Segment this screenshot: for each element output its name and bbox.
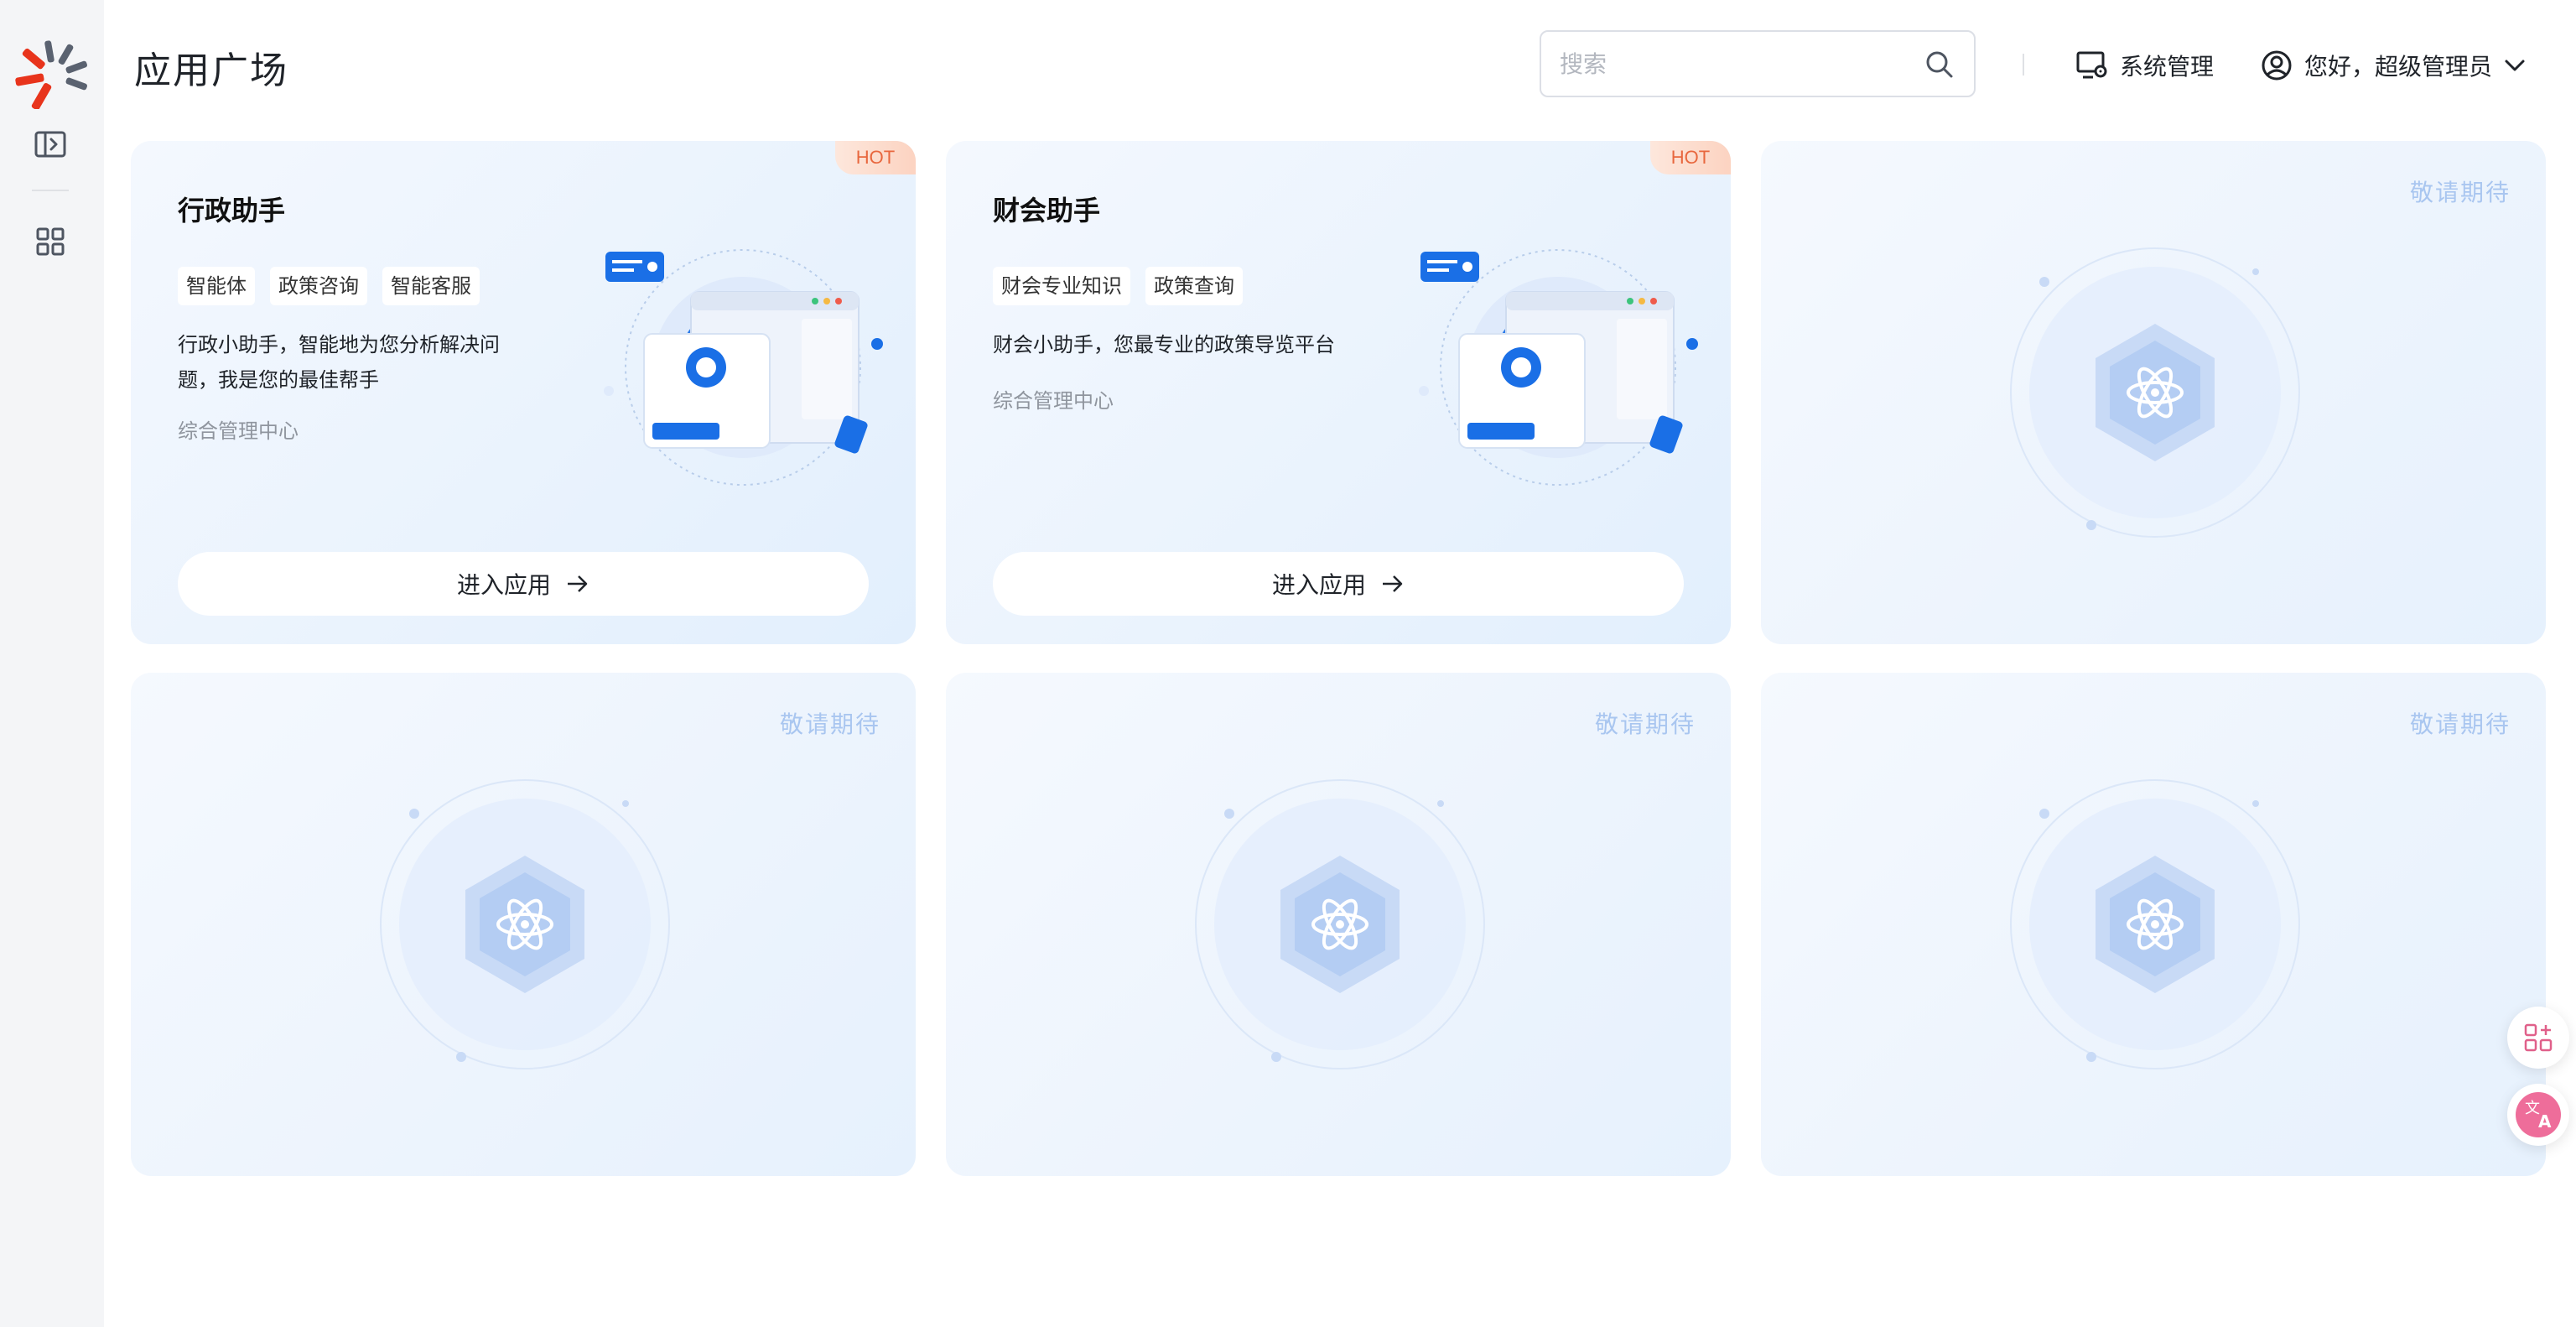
sidebar-toggle-icon [34,131,66,158]
coming-soon-label: 敬请期待 [2409,179,2511,206]
add-app-icon [2524,1023,2553,1052]
arrow-right-icon [568,575,588,592]
app-department: 综合管理中心 [993,389,1114,413]
search-input[interactable] [1560,32,1912,96]
logo[interactable] [12,34,91,109]
app-card-admin[interactable]: HOT 行政助手 智能体 政策咨询 智能客服 行政小助手，智能地为您分析解决问题… [131,141,916,644]
app-title: 财会助手 [993,195,1101,226]
enter-app-button[interactable]: 进入应用 [178,552,869,616]
apps-grid-icon [36,227,65,256]
assistant-illustration [1419,249,1698,486]
app-card-finance[interactable]: HOT 财会助手 财会专业知识 政策查询 财会小助手，您最专业的政策导览平台 综… [946,141,1731,644]
placeholder-atom-icon [2010,247,2300,538]
user-icon [2262,50,2292,81]
coming-soon-label: 敬请期待 [1594,710,1696,738]
placeholder-atom-icon [1195,779,1485,1069]
tag: 政策查询 [1145,267,1243,305]
svg-text:A: A [2538,1111,2552,1132]
sidebar-item-apps[interactable] [27,218,74,265]
search-box[interactable] [1540,30,1976,97]
app-title: 行政助手 [178,195,286,226]
tag: 智能体 [178,267,255,305]
tag: 智能客服 [382,267,480,305]
coming-soon-card: 敬请期待 [1761,141,2546,644]
chevron-down-icon[interactable] [2504,58,2526,73]
enter-app-button[interactable]: 进入应用 [993,552,1684,616]
coming-soon-card: 敬请期待 [946,673,1731,1176]
coming-soon-label: 敬请期待 [779,710,880,738]
tag: 财会专业知识 [993,267,1130,305]
coming-soon-card: 敬请期待 [1761,673,2546,1176]
placeholder-atom-icon [2010,779,2300,1069]
tag-list: 智能体 政策咨询 智能客服 [178,267,480,305]
coming-soon-label: 敬请期待 [2409,710,2511,738]
page-title: 应用广场 [134,49,288,92]
sidebar [0,0,104,1327]
enter-app-label: 进入应用 [1271,571,1366,599]
assistant-illustration [604,249,883,486]
placeholder-atom-icon [380,779,670,1069]
system-settings-icon [2076,51,2107,79]
tag-list: 财会专业知识 政策查询 [993,267,1243,305]
app-description: 行政小助手，智能地为您分析解决问题，我是您的最佳帮手 [178,333,500,392]
user-greeting: 您好，超级管理员 [2304,53,2493,81]
tag: 政策咨询 [270,267,367,305]
enter-app-label: 进入应用 [456,571,551,599]
translate-icon: 文 A [2516,1092,2561,1137]
add-app-float-button[interactable] [2507,1007,2569,1069]
app-department: 综合管理中心 [178,419,299,443]
system-management-link[interactable]: 系统管理 [2076,45,2214,86]
arrow-right-icon [1383,575,1403,592]
translate-float-button[interactable]: 文 A [2507,1084,2569,1146]
hot-badge: HOT [1650,141,1731,174]
app-description: 财会小助手，您最专业的政策导览平台 [993,333,1335,356]
system-management-label: 系统管理 [2120,53,2215,81]
search-icon[interactable] [1925,50,1954,79]
sidebar-divider [32,190,69,191]
header-divider [2023,54,2024,75]
sidebar-toggle-button[interactable] [27,121,74,168]
user-menu[interactable]: 您好，超级管理员 [2261,45,2526,86]
hot-badge: HOT [835,141,916,174]
coming-soon-card: 敬请期待 [131,673,916,1176]
